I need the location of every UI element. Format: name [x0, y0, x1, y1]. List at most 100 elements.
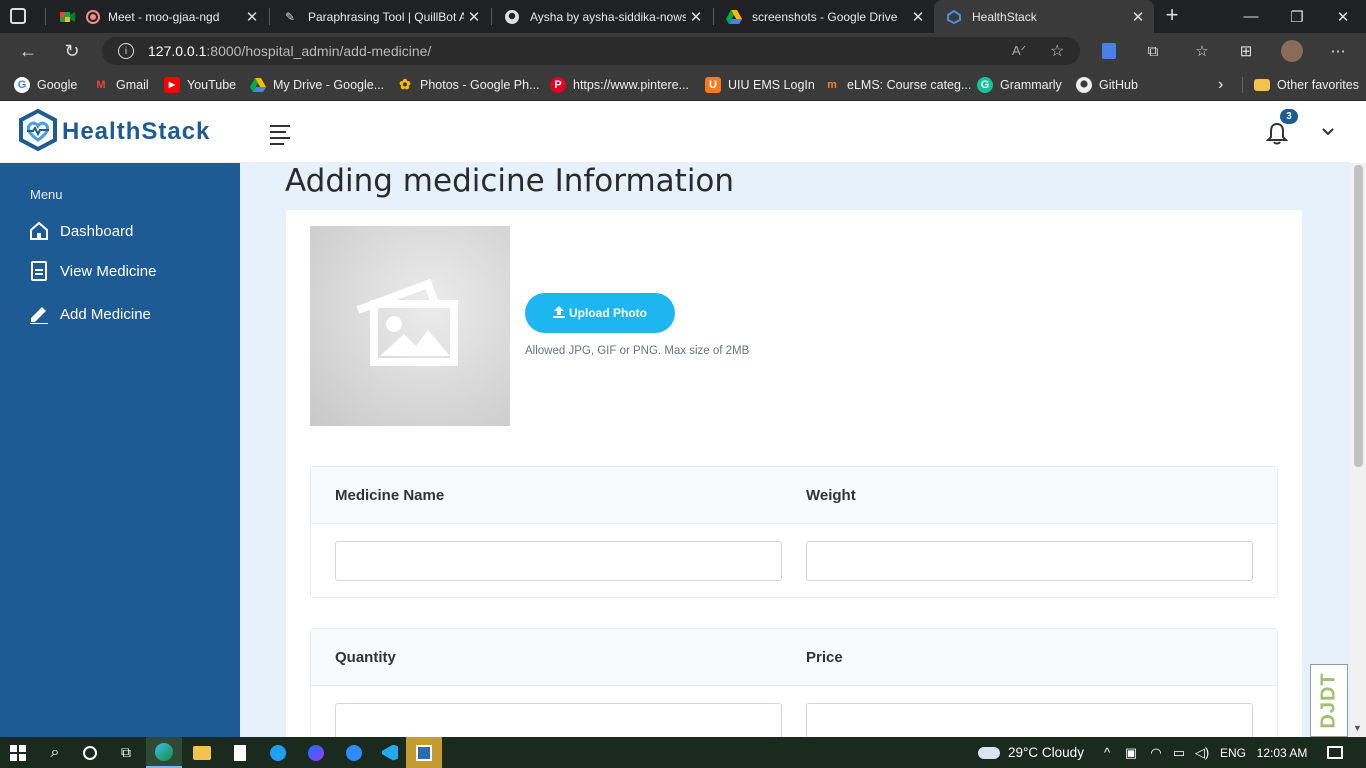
pencil-icon	[28, 303, 50, 325]
read-aloud-icon[interactable]: Aᐟ	[1012, 43, 1026, 59]
form-card: Upload Photo Allowed JPG, GIF or PNG. Ma…	[286, 210, 1302, 737]
extension-docs-icon[interactable]	[1097, 39, 1121, 63]
image-placeholder-icon	[356, 278, 458, 366]
messenger-icon[interactable]	[298, 737, 334, 768]
price-input[interactable]	[806, 703, 1253, 737]
sidebar-item-dashboard[interactable]: Dashboard	[28, 219, 133, 243]
clock[interactable]: 12:03 AM	[1252, 737, 1312, 768]
file-explorer-icon[interactable]	[184, 737, 220, 768]
tab-actions-icon[interactable]	[10, 8, 26, 24]
quantity-input[interactable]	[335, 703, 782, 737]
google-meet-icon	[60, 9, 76, 25]
battery-icon[interactable]: ▭	[1169, 737, 1189, 768]
upload-photo-button[interactable]: Upload Photo	[525, 293, 675, 333]
bookmark-gmail[interactable]: M Gmail	[93, 69, 148, 100]
scrollbar-thumb[interactable]	[1354, 165, 1363, 467]
bookmarks-bar: G Google M Gmail ▶ YouTube My Drive - Googl…	[0, 69, 1366, 101]
volume-icon[interactable]: ◁)	[1192, 737, 1212, 768]
tab-label: Paraphrasing Tool | QuillBot AI	[308, 9, 464, 24]
notification-bell-icon[interactable]	[1265, 121, 1290, 145]
photo-preview	[310, 226, 510, 426]
brand-logo[interactable]: HealthStack	[18, 108, 210, 153]
bookmark-grammarly[interactable]: G Grammarly	[977, 69, 1062, 100]
back-button[interactable]: ←	[10, 33, 46, 69]
hamburger-menu-icon[interactable]	[270, 125, 290, 145]
close-tab-icon[interactable]: ✕	[908, 8, 928, 26]
site-info-icon[interactable]: i	[118, 43, 134, 59]
tab-github[interactable]: Aysha by aysha-siddika-nowshin ✕	[492, 0, 712, 33]
bookmarks-overflow-chevron-icon[interactable]: ›	[1218, 69, 1223, 100]
vscode-icon[interactable]	[372, 737, 408, 768]
collections-icon[interactable]: ⊞	[1234, 39, 1258, 63]
minimize-button[interactable]: —	[1228, 0, 1274, 33]
weather-text[interactable]: 29°C Cloudy	[1008, 737, 1094, 768]
language-indicator[interactable]: ENG	[1216, 737, 1250, 768]
windows-start-icon[interactable]	[0, 737, 36, 768]
github-icon	[1076, 76, 1092, 93]
edge-taskbar-icon[interactable]	[146, 737, 182, 768]
zoom-icon[interactable]	[336, 737, 372, 768]
bookmark-google[interactable]: G Google	[14, 69, 77, 100]
bookmark-youtube[interactable]: ▶ YouTube	[164, 69, 236, 100]
upload-photo-label: Upload Photo	[569, 306, 647, 320]
sidebar: Menu Dashboard View Medicine Add Medicin…	[0, 163, 240, 737]
notification-center-icon[interactable]	[1320, 737, 1350, 768]
new-tab-button[interactable]: +	[1160, 4, 1184, 28]
weather-cloud-icon[interactable]	[976, 737, 1002, 768]
weight-input[interactable]	[806, 541, 1253, 581]
bookmark-my-drive[interactable]: My Drive - Google...	[250, 69, 384, 100]
extensions-icon[interactable]: ⧉	[1141, 39, 1165, 63]
close-tab-icon[interactable]: ✕	[686, 8, 706, 26]
sidebar-item-label: Dashboard	[60, 222, 134, 240]
youtube-icon: ▶	[164, 76, 180, 93]
refresh-button[interactable]: ↻	[54, 33, 90, 69]
sidebar-item-add-medicine[interactable]: Add Medicine	[28, 302, 151, 326]
app-top-navbar: HealthStack 3	[0, 101, 1350, 163]
bookmark-pinterest[interactable]: Phttps://www.pintere...	[550, 69, 689, 100]
medicine-name-input[interactable]	[335, 541, 782, 581]
google-drive-icon	[250, 77, 266, 93]
search-icon[interactable]: ⌕	[38, 737, 72, 768]
bookmark-elms[interactable]: m eLMS: Course categ...	[824, 69, 971, 100]
tab-quillbot[interactable]: ✎ Paraphrasing Tool | QuillBot AI ✕	[270, 0, 490, 33]
favorite-star-icon[interactable]: ☆	[1050, 41, 1064, 61]
close-window-button[interactable]: ✕	[1320, 0, 1366, 33]
url-path: :8000/hospital_admin/add-medicine/	[206, 43, 432, 59]
wifi-icon[interactable]: ◠	[1146, 737, 1166, 768]
close-tab-icon[interactable]: ✕	[464, 8, 484, 26]
snipping-tool-icon[interactable]	[406, 737, 442, 768]
bookmark-github[interactable]: GitHub	[1076, 69, 1138, 100]
upload-hint: Allowed JPG, GIF or PNG. Max size of 2MB	[525, 345, 750, 357]
task-view-icon[interactable]: ⧉	[110, 737, 142, 768]
tab-meet[interactable]: Meet - moo-gjaa-ngd ✕	[48, 0, 268, 33]
grammarly-icon: G	[977, 76, 993, 93]
quillbot-icon: ✎	[284, 9, 296, 24]
restore-button[interactable]: ❐	[1274, 0, 1320, 33]
scroll-down-icon[interactable]: ▼	[1353, 723, 1362, 733]
user-menu-chevron-down-icon[interactable]	[1320, 123, 1338, 141]
tray-chevron-up-icon[interactable]: ^	[1097, 737, 1117, 768]
close-tab-icon[interactable]: ✕	[1128, 8, 1148, 26]
bookmark-uiu-ems[interactable]: U UIU EMS LogIn	[705, 69, 815, 100]
other-favorites[interactable]: Other favorites	[1254, 69, 1359, 100]
page-viewport: HealthStack 3 Menu Dashboard View Medici…	[0, 101, 1366, 737]
djdt-toolbar-handle[interactable]: DJDT	[1310, 664, 1348, 737]
tab-google-drive[interactable]: screenshots - Google Drive ✕	[714, 0, 934, 33]
sidebar-item-view-medicine[interactable]: View Medicine	[28, 259, 156, 283]
tray-app-icon[interactable]: ▣	[1121, 737, 1141, 768]
google-drive-icon	[726, 9, 742, 25]
main-content: Adding medicine Information Upload Photo…	[240, 163, 1350, 737]
cortana-icon[interactable]	[74, 737, 106, 768]
close-tab-icon[interactable]: ✕	[242, 8, 262, 26]
notepad-icon[interactable]	[222, 737, 258, 768]
favorites-icon[interactable]: ☆	[1190, 39, 1214, 63]
url-host: 127.0.0.1	[148, 43, 207, 59]
page-scrollbar[interactable]: ▼	[1350, 163, 1366, 737]
bookmark-google-photos[interactable]: ✿ Photos - Google Ph...	[397, 69, 539, 100]
profile-avatar[interactable]	[1280, 39, 1304, 63]
twitter-icon[interactable]	[260, 737, 296, 768]
url-input[interactable]: i 127.0.0.1:8000/hospital_admin/add-medi…	[102, 37, 1080, 65]
tab-healthstack[interactable]: HealthStack ✕	[934, 0, 1154, 33]
notification-count-badge: 3	[1280, 109, 1298, 124]
more-menu-icon[interactable]: ⋯	[1326, 39, 1350, 63]
